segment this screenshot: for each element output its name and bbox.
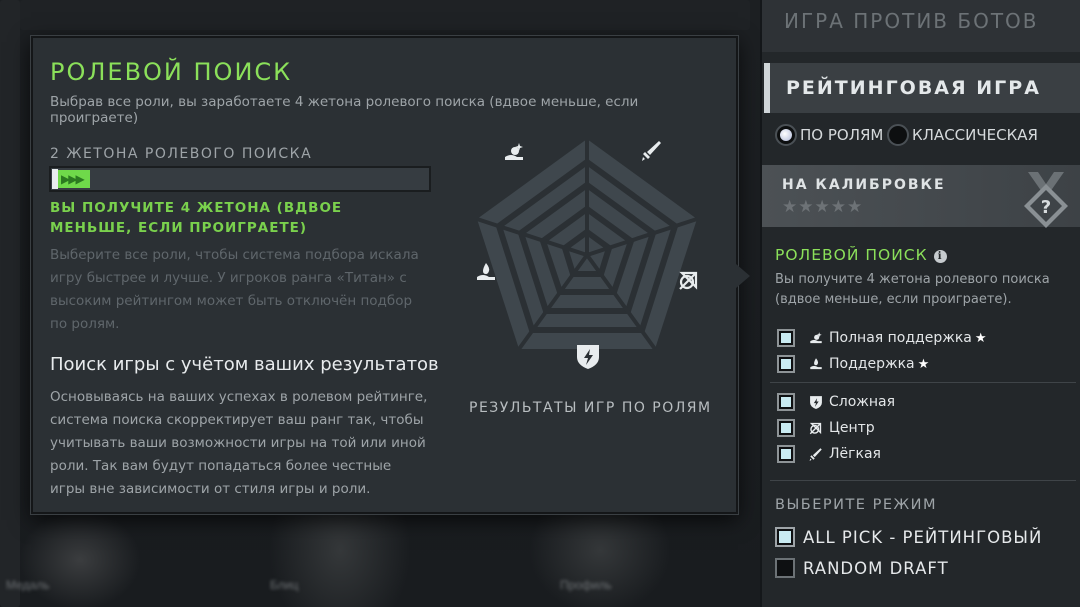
token-progress-bar: ▶▶▶: [49, 166, 431, 192]
role-checkbox[interactable]: [777, 355, 795, 373]
ranked-tab-label: РЕЙТИНГОВАЯ ИГРА: [786, 77, 1041, 99]
section-description: Основываясь на ваших успехах в ролевом р…: [50, 389, 428, 497]
role-search-title-text: РОЛЕВОЙ ПОИСК: [775, 246, 928, 264]
mode-label: ALL PICK - РЕЙТИНГОВЫЙ: [803, 527, 1043, 547]
medal-symbol: ?: [1041, 197, 1051, 218]
role-label: Сложная: [829, 394, 896, 410]
mode-section-title: ВЫБЕРИТЕ РЕЖИМ: [775, 497, 937, 513]
bots-tab[interactable]: ИГРА ПРОТИВ БОТОВ: [762, 0, 1080, 52]
popup-subtitle: Выбрав все роли, вы заработаете 4 жетона…: [50, 94, 639, 126]
mode-all-pick[interactable]: ALL PICK - РЕЙТИНГОВЫЙ: [775, 526, 1042, 548]
background-caption: Профиль: [560, 578, 612, 592]
background-caption: Блиц: [270, 578, 299, 592]
role-radar-chart: [463, 123, 703, 383]
tokens-label: 2 ЖЕТОНА РОЛЕВОГО ПОИСКА: [50, 146, 313, 162]
role-label: Поддержка: [829, 356, 915, 372]
token-progress-start: [52, 169, 58, 189]
background-tile: [20, 0, 750, 30]
role-checkbox[interactable]: [777, 329, 795, 347]
star-icon: ★: [917, 356, 930, 372]
divider: [770, 480, 1076, 481]
role-row-offlane[interactable]: Сложная: [777, 392, 898, 412]
role-search-title[interactable]: РОЛЕВОЙ ПОИСК i: [775, 246, 947, 264]
mode-random-draft[interactable]: RANDOM DRAFT: [775, 557, 949, 579]
section-title: Поиск игры с учётом ваших результатов: [50, 354, 439, 375]
uncalibrated-medal-icon: ?: [1024, 172, 1068, 228]
radio-label: ПО РОЛЯМ: [800, 126, 884, 144]
calibration-card: НА КАЛИБРОВКЕ ★★★★★ ?: [762, 165, 1080, 228]
mode-label: RANDOM DRAFT: [803, 558, 949, 578]
role-label: Центр: [829, 420, 875, 436]
radio-label: КЛАССИЧЕСКАЯ: [912, 126, 1038, 144]
soft-support-icon: [810, 358, 822, 370]
star-icon: ★: [974, 330, 987, 346]
role-row-mid[interactable]: Центр: [777, 418, 878, 438]
role-search-description: Вы получите 4 жетона ролевого поиска (вд…: [775, 272, 1050, 307]
tokens-description: Выберите все роли, чтобы система подбора…: [50, 247, 419, 332]
radio-classic-queue[interactable]: КЛАССИЧЕСКАЯ: [887, 124, 1038, 146]
role-label: Лёгкая: [829, 446, 881, 462]
hard-support-icon: [505, 143, 523, 160]
role-label: Полная поддержка: [829, 330, 972, 346]
role-checkbox[interactable]: [777, 445, 795, 463]
role-row-soft-support[interactable]: Поддержка ★: [777, 354, 929, 374]
radio-button[interactable]: [775, 124, 797, 146]
info-icon[interactable]: i: [933, 250, 947, 263]
radio-role-queue[interactable]: ПО РОЛЯМ: [775, 124, 883, 146]
offlane-icon: [810, 396, 822, 409]
mode-checkbox[interactable]: [775, 527, 795, 547]
background-caption: Медаль: [6, 578, 50, 592]
hard-support-icon: [810, 332, 822, 344]
offlane-icon: [679, 271, 698, 290]
radar-caption: РЕЗУЛЬТАТЫ ИГР ПО РОЛЯМ: [469, 400, 712, 416]
role-checkbox[interactable]: [777, 419, 795, 437]
ranked-tab[interactable]: РЕЙТИНГОВАЯ ИГРА: [764, 63, 1080, 113]
role-search-tooltip: РОЛЕВОЙ ПОИСК Выбрав все роли, вы зарабо…: [31, 36, 738, 514]
safe-lane-icon: [809, 448, 822, 461]
mid-lane-icon: [809, 422, 822, 435]
popup-pointer: [736, 264, 750, 288]
safe-lane-icon: [642, 141, 661, 161]
calibration-title: НА КАЛИБРОВКЕ: [782, 177, 946, 193]
calibration-stars: ★★★★★: [782, 197, 864, 217]
role-row-hard-support[interactable]: Полная поддержка ★: [777, 328, 987, 348]
matchmaking-sidebar: ИГРА ПРОТИВ БОТОВ РЕЙТИНГОВАЯ ИГРА ПО РО…: [762, 0, 1080, 607]
mode-checkbox[interactable]: [775, 558, 795, 578]
mid-lane-icon: [577, 345, 599, 369]
bots-tab-label: ИГРА ПРОТИВ БОТОВ: [784, 9, 1039, 33]
role-checkbox[interactable]: [777, 393, 795, 411]
background-tile: [0, 0, 20, 607]
token-progress-fill: ▶▶▶: [53, 170, 91, 188]
role-row-safe-lane[interactable]: Лёгкая: [777, 444, 884, 464]
radio-button[interactable]: [887, 124, 909, 146]
popup-title: РОЛЕВОЙ ПОИСК: [50, 58, 293, 86]
tokens-earn-text: ВЫ ПОЛУЧИТЕ 4 ЖЕТОНА (ВДВОЕ МЕНЬШЕ, ЕСЛИ…: [50, 200, 343, 236]
divider: [770, 382, 1076, 383]
